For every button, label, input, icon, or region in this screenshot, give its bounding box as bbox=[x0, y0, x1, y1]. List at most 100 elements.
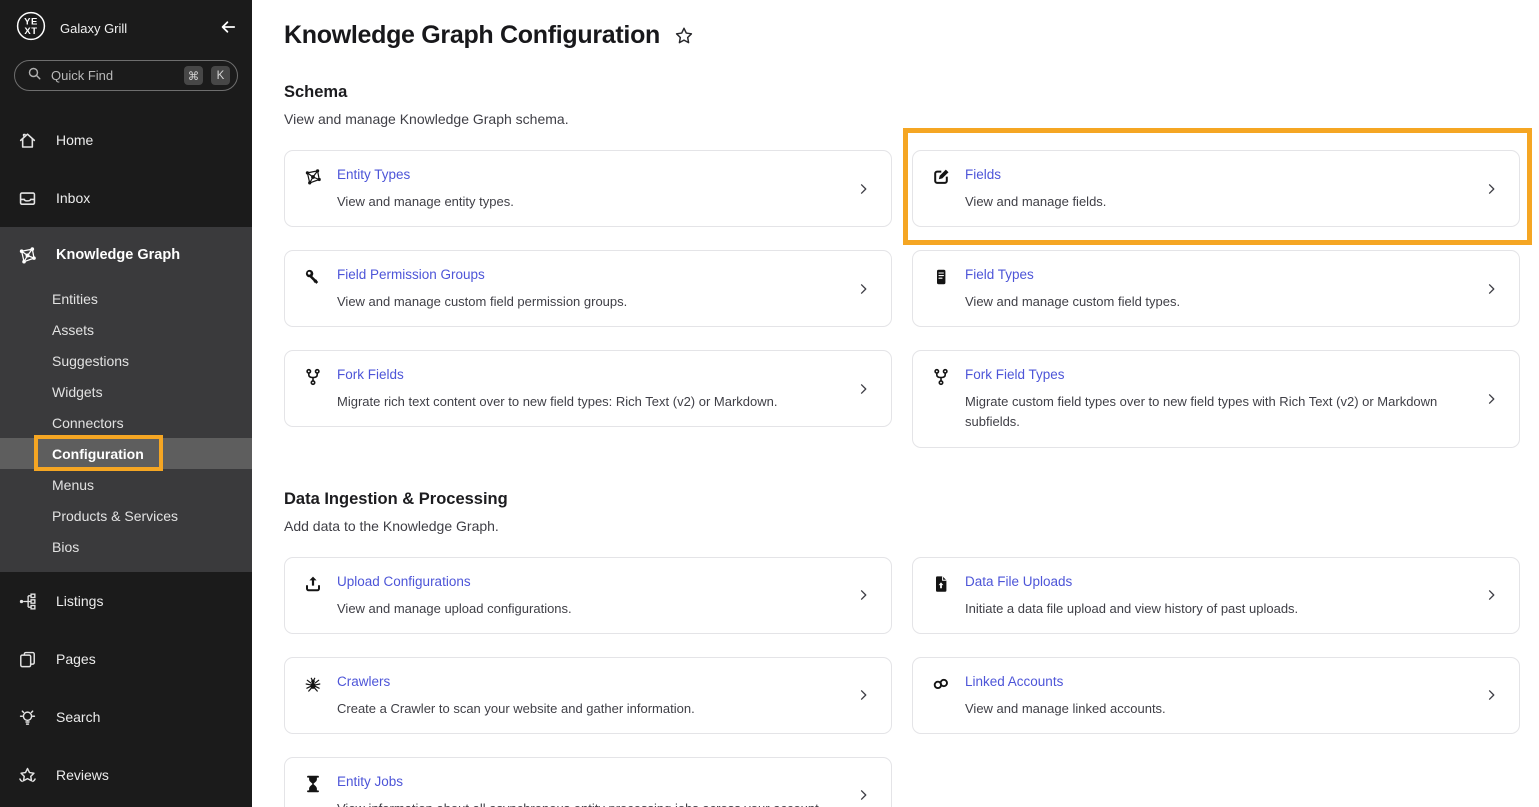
card-title-link[interactable]: Fork Field Types bbox=[965, 367, 1065, 382]
chevron-right-icon bbox=[1485, 182, 1498, 195]
sidebar-item-label: Reviews bbox=[56, 767, 109, 783]
chevron-right-icon bbox=[857, 589, 870, 602]
collapse-sidebar-button[interactable] bbox=[218, 17, 238, 40]
quick-find-input[interactable] bbox=[51, 68, 176, 83]
sidebar-item-label: Listings bbox=[56, 593, 104, 609]
sidebar-item-label: Home bbox=[56, 132, 94, 148]
page-title: Knowledge Graph Configuration bbox=[284, 21, 661, 49]
sidebar-item-entities[interactable]: Entities bbox=[0, 283, 252, 314]
k-key-badge: K bbox=[211, 66, 230, 85]
inbox-icon bbox=[16, 188, 38, 209]
chevron-right-icon bbox=[857, 182, 870, 195]
card-entity-types[interactable]: Entity Types View and manage entity type… bbox=[284, 150, 892, 228]
card-field-permission-groups[interactable]: Field Permission Groups View and manage … bbox=[284, 250, 892, 328]
sidebar-item-search[interactable]: Search bbox=[0, 688, 252, 746]
sidebar-item-label: Menus bbox=[52, 476, 95, 493]
card-title-link[interactable]: Entity Jobs bbox=[337, 774, 403, 789]
edit-field-icon bbox=[931, 166, 951, 212]
sidebar-item-assets[interactable]: Assets bbox=[0, 314, 252, 345]
card-description: Migrate custom field types over to new f… bbox=[965, 394, 1438, 430]
quick-find-search[interactable]: ⌘ K bbox=[14, 60, 238, 91]
sidebar-item-products-services[interactable]: Products & Services bbox=[0, 500, 252, 531]
cmd-key-badge: ⌘ bbox=[184, 66, 203, 85]
sidebar-item-label: Entities bbox=[52, 290, 98, 307]
chevron-right-icon bbox=[1485, 589, 1498, 602]
sidebar-item-suggestions[interactable]: Suggestions bbox=[0, 345, 252, 376]
favorite-button[interactable] bbox=[673, 25, 695, 50]
sidebar-item-reviews[interactable]: Reviews bbox=[0, 746, 252, 804]
sidebar-item-pages[interactable]: Pages bbox=[0, 630, 252, 688]
sidebar-item-label: Suggestions bbox=[52, 352, 130, 369]
card-title-link[interactable]: Entity Types bbox=[337, 167, 410, 182]
card-fields[interactable]: Fields View and manage fields. bbox=[912, 150, 1520, 228]
sidebar-item-configuration[interactable]: Configuration bbox=[0, 435, 252, 471]
section-description: View and manage Knowledge Graph schema. bbox=[284, 111, 569, 127]
card-linked-accounts[interactable]: Linked Accounts View and manage linked a… bbox=[912, 656, 1520, 734]
svg-text:XT: XT bbox=[24, 25, 37, 36]
key-icon bbox=[303, 266, 323, 312]
account-name: Galaxy Grill bbox=[60, 20, 128, 36]
chevron-right-icon bbox=[1485, 282, 1498, 295]
home-icon bbox=[16, 130, 38, 151]
list-panel-icon bbox=[931, 266, 951, 312]
card-title-link[interactable]: Field Types bbox=[965, 267, 1034, 282]
sidebar-item-widgets[interactable]: Widgets bbox=[0, 376, 252, 407]
card-description: View and manage custom field permission … bbox=[337, 294, 628, 310]
upload-icon bbox=[303, 573, 323, 619]
sidebar-item-label: Widgets bbox=[52, 383, 103, 400]
sidebar-item-label: Products & Services bbox=[52, 507, 179, 524]
card-description: View and manage linked accounts. bbox=[965, 700, 1166, 716]
section-schema: Schema View and manage Knowledge Graph s… bbox=[284, 83, 1532, 448]
back-arrow-icon bbox=[218, 17, 238, 40]
card-entity-jobs[interactable]: Entity Jobs View information about all a… bbox=[284, 756, 892, 807]
card-fork-fields[interactable]: Fork Fields Migrate rich text content ov… bbox=[284, 350, 892, 428]
card-title-link[interactable]: Fields bbox=[965, 167, 1001, 182]
sidebar-item-home[interactable]: Home bbox=[0, 111, 252, 169]
card-description: View and manage custom field types. bbox=[965, 294, 1181, 310]
card-title-link[interactable]: Fork Fields bbox=[337, 367, 404, 382]
card-crawlers[interactable]: Crawlers Create a Crawler to scan your w… bbox=[284, 656, 892, 734]
main-content: Knowledge Graph Configuration Schema Vie… bbox=[252, 0, 1539, 807]
sidebar: YE XT Galaxy Grill ⌘ K bbox=[0, 0, 252, 807]
sidebar-header: YE XT Galaxy Grill ⌘ K bbox=[0, 0, 252, 111]
card-field-types[interactable]: Field Types View and manage custom field… bbox=[912, 250, 1520, 328]
sidebar-item-listings[interactable]: Listings bbox=[0, 572, 252, 630]
hierarchy-icon bbox=[16, 591, 38, 612]
sidebar-item-bios[interactable]: Bios bbox=[0, 531, 252, 562]
card-title-link[interactable]: Field Permission Groups bbox=[337, 267, 485, 282]
sidebar-item-knowledge-graph[interactable]: Knowledge Graph bbox=[0, 227, 252, 283]
sidebar-item-menus[interactable]: Menus bbox=[0, 469, 252, 500]
hourglass-icon bbox=[303, 773, 323, 807]
entity-graph-icon bbox=[303, 166, 323, 212]
card-data-file-uploads[interactable]: Data File Uploads Initiate a data file u… bbox=[912, 556, 1520, 634]
card-title-link[interactable]: Linked Accounts bbox=[965, 674, 1063, 689]
sidebar-item-label: Connectors bbox=[52, 414, 124, 431]
sidebar-item-label: Configuration bbox=[52, 445, 144, 462]
sidebar-item-inbox[interactable]: Inbox bbox=[0, 169, 252, 227]
chevron-right-icon bbox=[857, 282, 870, 295]
yext-logo-icon: YE XT bbox=[14, 9, 48, 48]
card-title-link[interactable]: Crawlers bbox=[337, 674, 390, 689]
chevron-right-icon bbox=[1485, 392, 1498, 405]
pages-icon bbox=[16, 649, 38, 670]
section-heading: Schema bbox=[284, 83, 348, 101]
spider-icon bbox=[303, 673, 323, 719]
card-title-link[interactable]: Data File Uploads bbox=[965, 574, 1072, 589]
sidebar-item-label: Search bbox=[56, 709, 101, 725]
search-icon bbox=[26, 65, 43, 87]
star-outline-icon bbox=[673, 25, 695, 50]
file-upload-icon bbox=[931, 573, 951, 619]
chevron-right-icon bbox=[1485, 689, 1498, 702]
section-description: Add data to the Knowledge Graph. bbox=[284, 517, 499, 534]
section-data-ingestion: Data Ingestion & Processing Add data to … bbox=[284, 490, 1520, 807]
card-description: View and manage upload configurations. bbox=[337, 600, 572, 616]
card-fork-field-types[interactable]: Fork Field Types Migrate custom field ty… bbox=[912, 350, 1520, 448]
card-description: Migrate rich text content over to new fi… bbox=[337, 394, 778, 410]
card-description: View and manage fields. bbox=[965, 194, 1107, 209]
card-description: Create a Crawler to scan your website an… bbox=[337, 700, 695, 716]
card-title-link[interactable]: Upload Configurations bbox=[337, 574, 471, 589]
card-description: Initiate a data file upload and view his… bbox=[965, 600, 1299, 616]
card-upload-configurations[interactable]: Upload Configurations View and manage up… bbox=[284, 556, 892, 634]
fork-icon bbox=[931, 366, 951, 432]
sidebar-item-connectors[interactable]: Connectors bbox=[0, 407, 252, 438]
